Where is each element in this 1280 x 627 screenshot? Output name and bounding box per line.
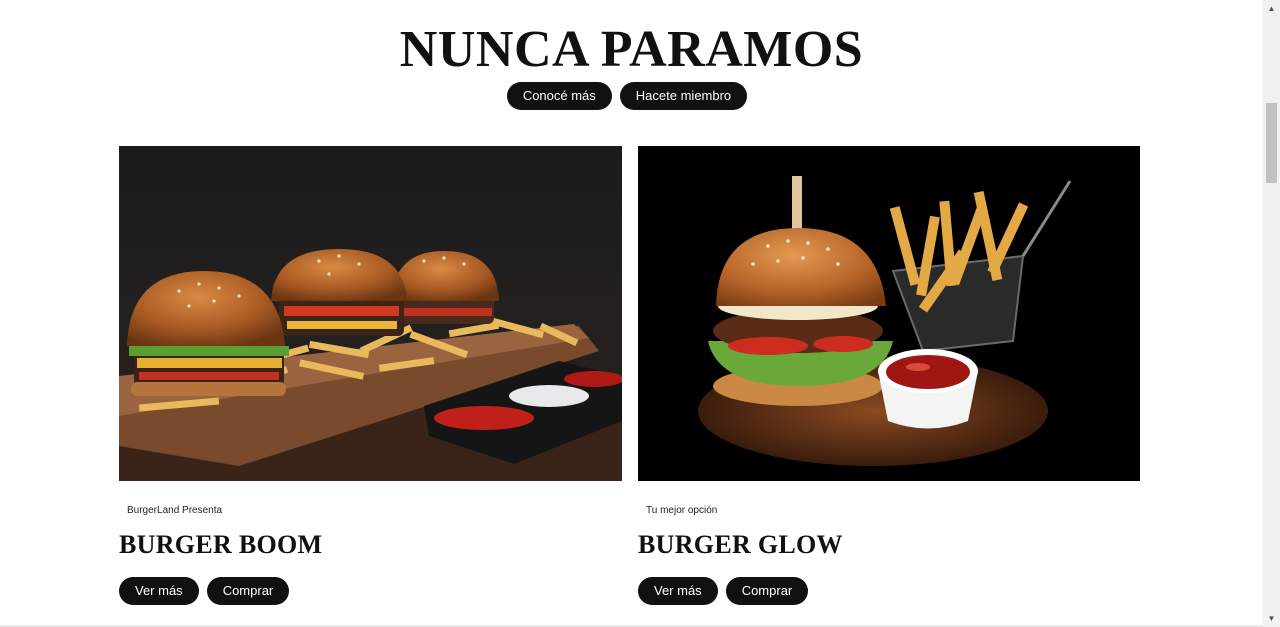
view-more-button[interactable]: Ver más (638, 577, 718, 605)
card-actions: Ver más Comprar (119, 577, 622, 605)
triangle-up-icon[interactable]: ▲ (1263, 0, 1280, 17)
hero-title: NUNCA PARAMOS (399, 21, 864, 78)
page: NUNCA PARAMOS Conocé más Hacete miembro (0, 0, 1280, 627)
card-actions: Ver más Comprar (638, 577, 1140, 605)
card-eyebrow: BurgerLand Presenta (127, 505, 223, 516)
vertical-scrollbar[interactable]: ▲ ▼ (1263, 0, 1280, 627)
card-eyebrow: Tu mejor opción (646, 505, 718, 516)
product-card-burger-glow: Tu mejor opción BURGER GLOW Ver más Comp… (638, 146, 1140, 605)
card-title: BURGER BOOM (119, 530, 323, 559)
scrollbar-thumb[interactable] (1266, 103, 1277, 183)
card-title: BURGER GLOW (638, 530, 843, 559)
buy-button[interactable]: Comprar (725, 577, 809, 605)
learn-more-button[interactable]: Conocé más (506, 82, 612, 110)
join-button[interactable]: Hacete miembro (619, 82, 748, 110)
product-card-burger-boom: BurgerLand Presenta BURGER BOOM Ver más … (119, 146, 622, 605)
burger-trio-photo (119, 146, 622, 481)
buy-button[interactable]: Comprar (206, 577, 290, 605)
view-more-button[interactable]: Ver más (119, 577, 199, 605)
triangle-down-icon[interactable]: ▼ (1263, 610, 1280, 627)
burger-fries-photo (638, 146, 1140, 481)
hero-actions: Conocé más Hacete miembro (0, 82, 1254, 110)
